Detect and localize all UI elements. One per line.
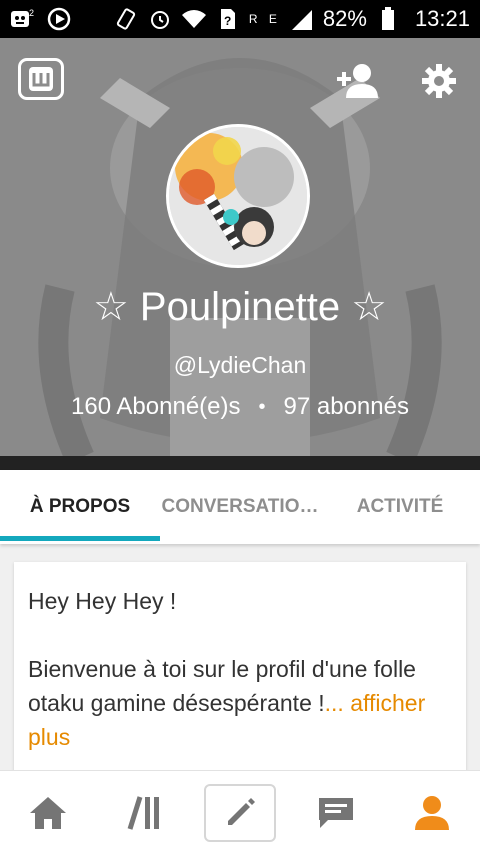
- wifi-icon: [181, 6, 207, 32]
- network-letters: R E: [248, 12, 281, 26]
- status-bar: 2 ? R E 82% 13:21: [0, 0, 480, 38]
- profile-header: ☆ Poulpinette ☆ @LydieChan 160 Abonné(e)…: [0, 38, 480, 470]
- profile-tabs: À PROPOS CONVERSATIO… ACTIVITÉ: [0, 470, 480, 544]
- gear-icon[interactable]: [420, 62, 458, 100]
- bottom-nav: [0, 770, 480, 855]
- compose-button[interactable]: [204, 784, 276, 842]
- catalog-icon[interactable]: [114, 785, 174, 841]
- following-count[interactable]: 160 Abonné(e)s: [71, 393, 240, 421]
- profile-handle: @LydieChan: [173, 352, 307, 378]
- followers-count[interactable]: 97 abonnés: [284, 393, 409, 421]
- alarm-icon: [147, 6, 173, 32]
- profile-stats: 160 Abonné(e)s • 97 abonnés: [0, 393, 480, 421]
- clock: 13:21: [414, 6, 470, 31]
- header-divider: [0, 456, 480, 470]
- tab-about[interactable]: À PROPOS: [0, 470, 160, 544]
- battery-icon: [375, 6, 401, 32]
- add-user-icon[interactable]: [336, 62, 380, 102]
- profile-name: ☆ Poulpinette ☆: [92, 285, 388, 329]
- no-sim-icon: ?: [215, 6, 241, 32]
- stats-separator: •: [258, 395, 266, 418]
- tab-activity[interactable]: ACTIVITÉ: [320, 470, 480, 544]
- vibrate-icon: [113, 6, 139, 32]
- avatar[interactable]: [166, 124, 310, 268]
- active-tab-indicator: [0, 536, 160, 541]
- svg-text:?: ?: [224, 14, 231, 28]
- about-text: Hey Hey Hey ! Bienvenue à toi sur le pro…: [28, 584, 448, 754]
- about-line-2: Bienvenue à toi sur le profil d'une foll…: [28, 652, 448, 754]
- about-card: Hey Hey Hey ! Bienvenue à toi sur le pro…: [14, 562, 466, 782]
- home-icon[interactable]: [18, 785, 78, 841]
- signal-icon: [289, 6, 315, 32]
- pencil-icon: [228, 798, 255, 825]
- play-icon: [46, 6, 72, 32]
- profile-icon[interactable]: [402, 785, 462, 841]
- svg-text:2: 2: [29, 8, 34, 18]
- app-logo-icon[interactable]: [18, 58, 64, 100]
- chat-icon[interactable]: [306, 785, 366, 841]
- about-ellipsis: ...: [324, 690, 344, 716]
- about-line-1: Hey Hey Hey !: [28, 588, 177, 614]
- battery-percent: 82%: [322, 6, 367, 31]
- tab-conversations[interactable]: CONVERSATIO…: [160, 470, 320, 544]
- notification-app-icon: 2: [10, 6, 36, 32]
